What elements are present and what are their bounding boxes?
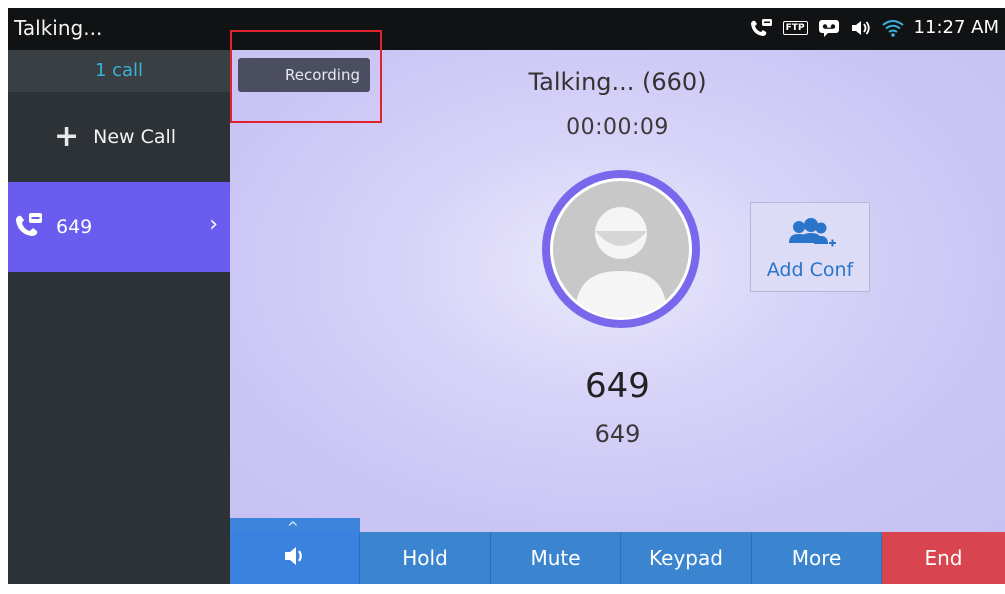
add-conf-label: Add Conf (766, 259, 854, 281)
phone-voicemail-icon (14, 212, 44, 243)
speaker-icon (283, 545, 307, 572)
status-title: Talking... (14, 16, 103, 40)
voicemail-icon (818, 19, 840, 37)
caller-name: 649 (585, 366, 650, 406)
mute-button[interactable]: Mute (491, 532, 621, 584)
more-button[interactable]: More (752, 532, 882, 584)
new-call-button[interactable]: + New Call (8, 92, 230, 182)
calls-count: 1 call (8, 50, 230, 92)
status-icons: FTP 11:27 AM (749, 17, 999, 38)
chevron-right-icon: › (209, 212, 218, 237)
caller-number: 649 (594, 420, 641, 448)
wifi-icon (881, 19, 904, 37)
clock: 11:27 AM (913, 17, 999, 38)
new-call-label: New Call (93, 126, 177, 148)
chevron-up-icon: ^ (287, 520, 299, 536)
call-sidebar: 1 call + New Call 649 › (8, 50, 230, 584)
active-call-item[interactable]: 649 › (8, 182, 230, 272)
call-action-bar: ^ Hold Mute Keypad More End (230, 518, 1005, 584)
call-timer: 00:00:09 (566, 115, 669, 140)
call-status: Talking... (660) (528, 68, 707, 96)
active-call-number: 649 (56, 216, 93, 238)
phone-voicemail-icon (749, 18, 773, 38)
speaker-icon (850, 19, 872, 37)
end-call-button[interactable]: End (882, 532, 1005, 584)
hold-button[interactable]: Hold (360, 532, 491, 584)
ftp-icon: FTP (782, 20, 808, 35)
add-conf-button[interactable]: Add Conf (750, 202, 870, 292)
status-bar: Talking... FTP 11:27 AM (8, 8, 1005, 50)
keypad-button[interactable]: Keypad (621, 532, 752, 584)
contact-avatar-icon (553, 181, 689, 317)
avatar (542, 170, 700, 328)
plus-icon: + (54, 119, 80, 154)
speaker-toggle-button[interactable]: ^ (230, 518, 360, 584)
call-panel: Recording Talking... (660) 00:00:09 Add … (230, 30, 1005, 532)
